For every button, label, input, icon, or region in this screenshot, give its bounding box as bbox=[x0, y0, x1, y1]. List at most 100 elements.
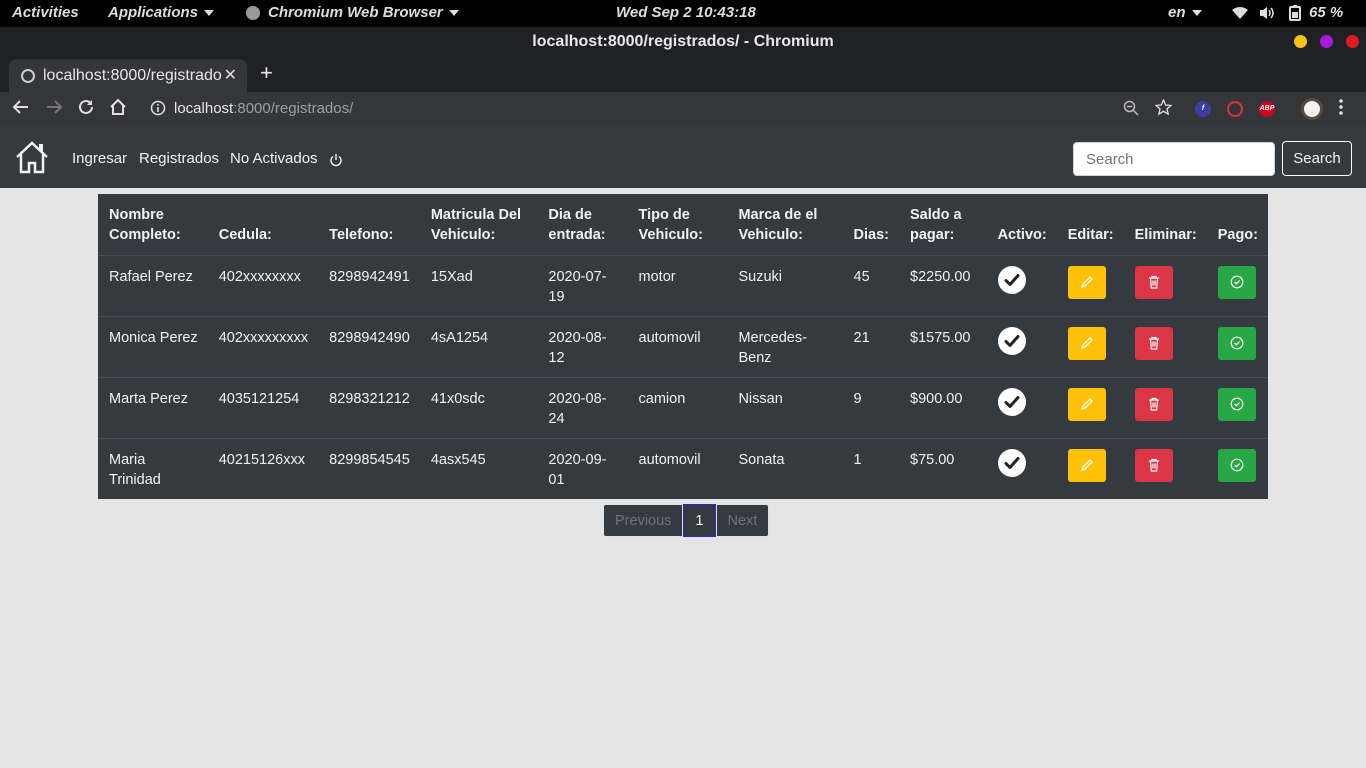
info-icon[interactable] bbox=[150, 100, 166, 120]
cell-eliminar bbox=[1123, 376, 1207, 438]
app-menu-label: Chromium Web Browser bbox=[268, 4, 443, 21]
url-path: :8000/registrados/ bbox=[233, 100, 354, 117]
cell-activo bbox=[986, 254, 1057, 316]
edit-button[interactable] bbox=[1067, 326, 1106, 360]
close-window-button[interactable] bbox=[1346, 35, 1359, 48]
cell-nombre: Marta Perez bbox=[98, 376, 208, 438]
menu-kebab-icon[interactable] bbox=[1338, 98, 1344, 120]
search-input[interactable] bbox=[1073, 142, 1275, 176]
cell-dia: 2020-08-24 bbox=[537, 376, 628, 438]
table-row: Maria Trinidad 40215126xxx 8299854545 4asx5… bbox=[98, 437, 1268, 499]
extension-icon[interactable] bbox=[1227, 101, 1243, 117]
cell-matricula: 4sA1254 bbox=[419, 315, 538, 377]
column-header: Matricula Del Vehiculo: bbox=[430, 206, 522, 243]
home-icon[interactable] bbox=[109, 98, 127, 120]
cell-telefono: 8298321212 bbox=[318, 376, 420, 438]
column-header: Activo: bbox=[997, 226, 1047, 243]
adblock-extension-icon[interactable]: ABP bbox=[1259, 101, 1275, 117]
address-bar[interactable]: localhost:8000/registrados/ bbox=[174, 100, 353, 117]
pagination-page[interactable]: 1 bbox=[683, 504, 716, 537]
app-menu[interactable]: Chromium Web Browser bbox=[246, 4, 459, 21]
edit-button[interactable] bbox=[1067, 387, 1106, 421]
delete-button[interactable] bbox=[1134, 387, 1173, 421]
browser-toolbar: localhost:8000/registrados/ f ABP bbox=[0, 92, 1366, 125]
search-button[interactable]: Search bbox=[1282, 141, 1352, 176]
maximize-button[interactable] bbox=[1320, 35, 1333, 48]
table-row: Monica Perez 402xxxxxxxxx 8298942490 4sA125… bbox=[98, 315, 1268, 377]
delete-button[interactable] bbox=[1134, 448, 1173, 482]
clock[interactable]: Wed Sep 2 10:43:18 bbox=[616, 4, 756, 21]
battery-percent: 65 % bbox=[1309, 4, 1344, 21]
reload-icon[interactable] bbox=[77, 98, 95, 120]
fedora-extension-icon[interactable]: f bbox=[1195, 101, 1211, 117]
cell-cedula: 4035121254 bbox=[207, 376, 319, 438]
applications-menu[interactable]: Applications bbox=[108, 4, 215, 21]
window-title-bar: localhost:8000/registrados/ - Chromium bbox=[0, 27, 1366, 56]
cell-tipo: automovil bbox=[627, 437, 728, 499]
cell-eliminar bbox=[1123, 315, 1207, 377]
pay-button[interactable] bbox=[1217, 326, 1256, 360]
pagination-previous[interactable]: Previous bbox=[603, 504, 684, 537]
pay-button[interactable] bbox=[1217, 387, 1256, 421]
table-row: Marta Perez 4035121254 8298321212 41x0sdc 20… bbox=[98, 376, 1268, 438]
home-icon[interactable] bbox=[15, 140, 49, 179]
pay-button[interactable] bbox=[1217, 265, 1256, 299]
cell-pago bbox=[1206, 376, 1268, 438]
back-icon[interactable] bbox=[12, 98, 30, 120]
language-indicator[interactable]: en bbox=[1168, 4, 1202, 21]
pay-button[interactable] bbox=[1217, 448, 1256, 482]
cell-editar bbox=[1056, 376, 1124, 438]
nav-link-registrados[interactable]: Registrados bbox=[139, 150, 219, 167]
column-header: Telefono: bbox=[329, 226, 394, 243]
volume-icon[interactable] bbox=[1259, 6, 1275, 24]
cell-marca: Nissan bbox=[727, 376, 843, 438]
forward-icon[interactable] bbox=[45, 98, 63, 120]
cell-dias: 1 bbox=[842, 437, 900, 499]
window-title: localhost:8000/registrados/ - Chromium bbox=[532, 33, 834, 50]
profile-avatar[interactable] bbox=[1301, 98, 1323, 120]
close-tab-icon[interactable]: ✕ bbox=[221, 59, 239, 92]
url-host: localhost bbox=[174, 100, 234, 117]
active-check-icon bbox=[997, 448, 1026, 477]
cell-marca: Suzuki bbox=[727, 254, 843, 316]
app-navbar: Ingresar Registrados No Activados Search bbox=[0, 125, 1366, 188]
cell-matricula: 41x0sdc bbox=[419, 376, 538, 438]
edit-button[interactable] bbox=[1067, 448, 1106, 482]
cell-marca: Mercedes-Benz bbox=[727, 315, 843, 377]
cell-telefono: 8299854545 bbox=[318, 437, 420, 499]
cell-dias: 21 bbox=[842, 315, 900, 377]
cell-telefono: 8298942490 bbox=[318, 315, 420, 377]
applications-label: Applications bbox=[108, 4, 199, 21]
cell-eliminar bbox=[1123, 437, 1207, 499]
cell-activo bbox=[986, 315, 1057, 377]
column-header: Eliminar: bbox=[1134, 226, 1197, 243]
column-header: Dias: bbox=[853, 226, 890, 243]
zoom-icon[interactable] bbox=[1123, 100, 1139, 120]
new-tab-button[interactable]: + bbox=[260, 62, 273, 84]
pagination-next[interactable]: Next bbox=[715, 504, 770, 537]
cell-cedula: 402xxxxxxxxx bbox=[207, 315, 319, 377]
delete-button[interactable] bbox=[1134, 265, 1173, 299]
active-check-icon bbox=[997, 326, 1026, 355]
column-header: Saldo a pagar: bbox=[910, 206, 962, 243]
activities-button[interactable]: Activities bbox=[12, 4, 79, 21]
cell-dia: 2020-07-19 bbox=[537, 254, 628, 316]
delete-button[interactable] bbox=[1134, 326, 1173, 360]
minimize-button[interactable] bbox=[1294, 35, 1307, 48]
edit-button[interactable] bbox=[1067, 265, 1106, 299]
cell-tipo: automovil bbox=[627, 315, 728, 377]
wifi-icon[interactable] bbox=[1232, 6, 1248, 24]
cell-pago bbox=[1206, 315, 1268, 377]
nav-link-no-activados[interactable]: No Activados bbox=[230, 150, 318, 167]
cell-pago bbox=[1206, 254, 1268, 316]
nav-link-ingresar[interactable]: Ingresar bbox=[72, 150, 127, 167]
bookmark-star-icon[interactable] bbox=[1154, 98, 1173, 120]
power-icon[interactable] bbox=[329, 153, 343, 172]
registros-table: Nombre Completo: Cedula: Telefono: Matri… bbox=[98, 194, 1268, 499]
chevron-down-icon bbox=[448, 10, 459, 17]
cell-cedula: 402xxxxxxxx bbox=[207, 254, 319, 316]
battery-icon[interactable] bbox=[1289, 5, 1301, 25]
cell-pago bbox=[1206, 437, 1268, 499]
column-header: Editar: bbox=[1067, 226, 1114, 243]
browser-tab[interactable]: localhost:8000/registrados/ ✕ bbox=[9, 59, 247, 92]
